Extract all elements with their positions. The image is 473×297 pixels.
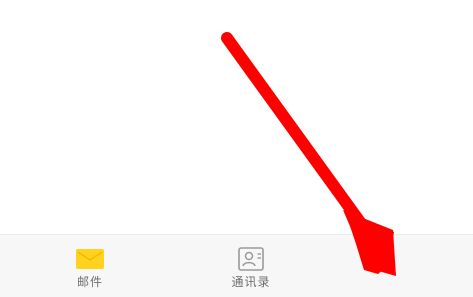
- contacts-icon: [238, 247, 264, 271]
- mail-icon: [76, 249, 104, 269]
- bottom-tab-bar: 邮件 通讯录: [0, 234, 473, 297]
- tab-mail-label: 邮件: [76, 275, 103, 289]
- tab-contacts-label: 通讯录: [231, 275, 271, 289]
- tab-third[interactable]: [340, 235, 450, 297]
- content-area: [0, 0, 473, 234]
- tab-contacts[interactable]: 通讯录: [196, 235, 306, 297]
- tab-mail[interactable]: 邮件: [35, 235, 145, 297]
